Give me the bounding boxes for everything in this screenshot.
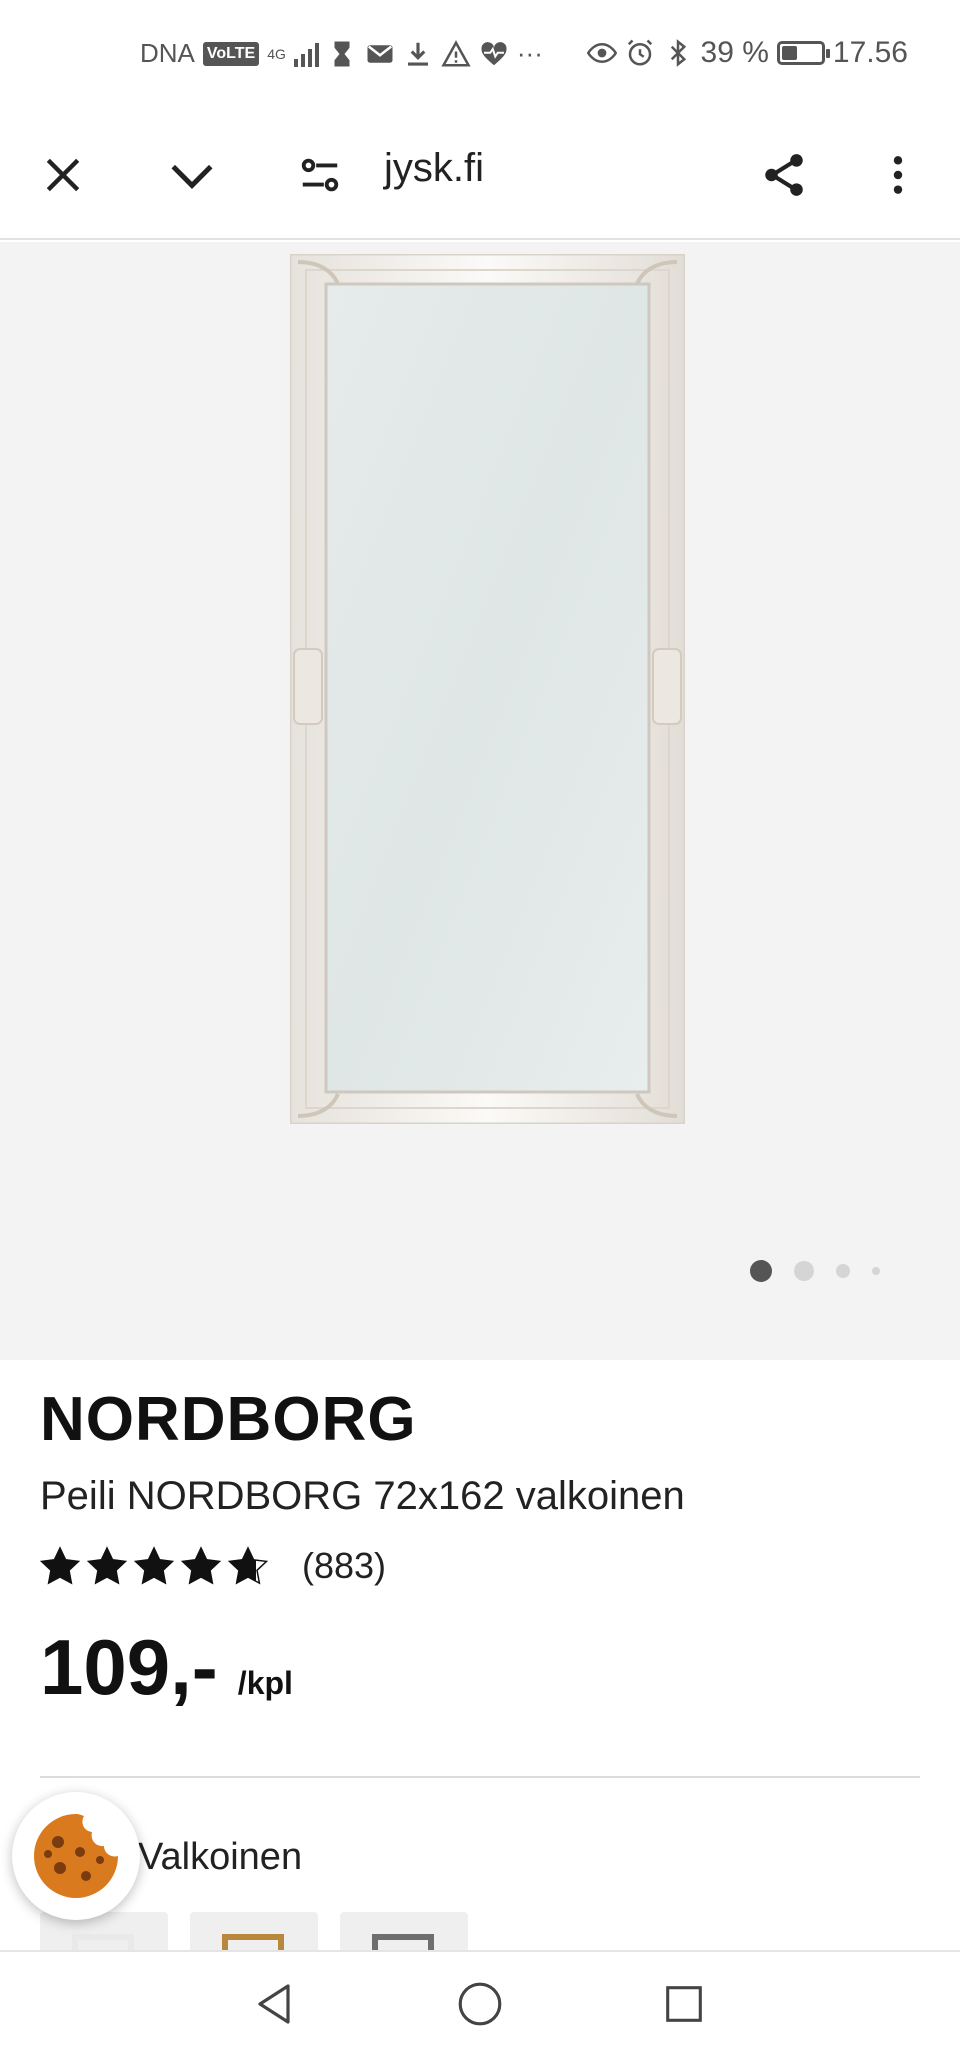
status-bar: DNA VoLTE 4G ··· 39 % 17.56	[0, 0, 960, 110]
carrier-label: DNA	[140, 38, 195, 68]
gallery-dot[interactable]	[872, 1267, 880, 1275]
rating-stars	[40, 1546, 269, 1585]
eye-icon	[586, 42, 617, 64]
selected-color-label: Valkoinen	[138, 1836, 303, 1878]
home-button[interactable]	[450, 1974, 510, 2034]
price-row: 109,- /kpl	[40, 1622, 293, 1713]
heart-pulse-icon	[481, 41, 507, 65]
chevron-down-icon	[171, 164, 213, 189]
divider	[40, 1776, 920, 1778]
bluetooth-icon	[670, 39, 686, 67]
product-name: Peili NORDBORG 72x162 valkoinen	[40, 1474, 685, 1518]
star-icon	[227, 1546, 269, 1585]
star-icon	[86, 1546, 128, 1585]
close-button[interactable]	[28, 140, 98, 210]
hourglass-icon	[334, 41, 350, 66]
battery-icon	[776, 41, 830, 65]
status-right: 39 % 17.56	[586, 36, 908, 70]
product-image	[290, 254, 685, 1124]
mail-icon	[367, 44, 393, 63]
cookie-settings-button[interactable]	[12, 1792, 140, 1920]
share-button[interactable]	[749, 140, 819, 210]
gallery-pagination	[750, 1260, 880, 1282]
gallery-dot[interactable]	[836, 1264, 850, 1278]
warning-icon	[441, 39, 471, 66]
signal-icon	[293, 41, 319, 67]
star-icon	[133, 1546, 175, 1585]
download-icon	[407, 42, 428, 66]
site-settings-button[interactable]	[285, 140, 355, 210]
recents-button[interactable]	[654, 1974, 714, 2034]
cookie-icon	[34, 1814, 118, 1898]
clock: 17.56	[832, 36, 908, 69]
alarm-icon	[627, 39, 652, 66]
site-settings-icon	[301, 158, 339, 192]
volte-badge: VoLTE	[202, 41, 260, 66]
more-vert-icon	[893, 156, 903, 194]
recents-icon	[666, 1986, 702, 2022]
star-icon	[40, 1546, 81, 1585]
share-icon	[765, 154, 803, 196]
more-options-button[interactable]	[863, 140, 933, 210]
browser-toolbar: jysk.fi	[0, 110, 960, 240]
close-icon	[46, 158, 80, 192]
home-icon	[458, 1982, 502, 2026]
battery-percent: 39 %	[700, 36, 769, 69]
star-icon	[180, 1546, 222, 1585]
network-type: 4G	[267, 45, 286, 62]
gallery-dot[interactable]	[750, 1260, 772, 1282]
product-rating[interactable]: (883)	[40, 1544, 386, 1588]
more-notifications: ···	[516, 38, 543, 68]
minimize-tab-button[interactable]	[157, 140, 227, 210]
gallery-dot[interactable]	[794, 1261, 814, 1281]
price-unit: /kpl	[237, 1665, 293, 1701]
back-button[interactable]	[244, 1974, 304, 2034]
product-gallery[interactable]	[0, 242, 960, 1360]
back-icon	[258, 1984, 290, 2024]
system-nav-bar	[0, 1950, 960, 2053]
status-left: DNA VoLTE 4G ···	[140, 38, 543, 69]
url-text[interactable]: jysk.fi	[384, 146, 484, 191]
product-brand: NORDBORG	[40, 1385, 417, 1454]
product-price: 109,-	[40, 1623, 218, 1711]
review-count[interactable]: (883)	[302, 1545, 386, 1587]
